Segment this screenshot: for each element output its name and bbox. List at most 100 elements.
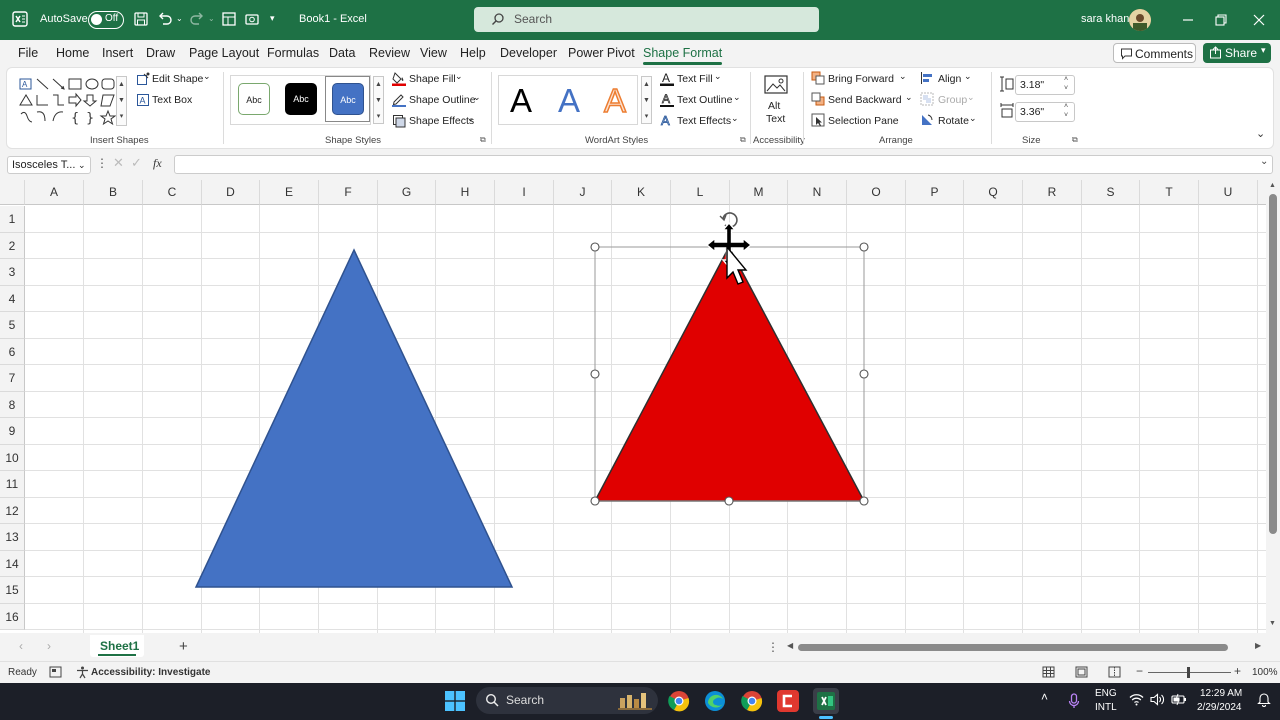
user-avatar[interactable] [1129,9,1151,31]
page-layout-view-icon[interactable] [1075,666,1088,678]
shape-fill-dropdown-icon[interactable]: ⌄ [455,71,463,82]
red-isosceles-triangle[interactable] [593,245,866,502]
page-break-view-icon[interactable] [1108,666,1121,678]
excel-taskbar-icon[interactable] [813,688,839,714]
share-dropdown-icon[interactable]: ▾ [1261,45,1266,56]
send-backward-dropdown-icon[interactable]: ⌄ [905,92,913,103]
screen-recorder-icon[interactable] [777,690,799,712]
wordart-launcher-icon[interactable]: ⧉ [740,135,746,145]
camera-icon[interactable] [244,11,260,27]
resize-handle-se[interactable] [859,496,869,506]
clock-date[interactable]: 2/29/2024 [1197,702,1242,713]
microphone-icon[interactable] [1068,693,1080,709]
worksheet-grid[interactable]: A B C D E F G H I J K L M N O P Q R S T … [0,180,1266,633]
form-icon[interactable] [221,11,237,27]
autosave-toggle[interactable]: Off [88,11,124,29]
alt-text-icon[interactable] [764,75,788,97]
tab-home[interactable]: Home [56,46,89,60]
sheet-scroll-left-icon[interactable]: ‹ [19,639,23,653]
shape-outline-button[interactable]: Shape Outline [409,94,476,106]
shape-fill-button[interactable]: Shape Fill [409,73,456,85]
macro-record-icon[interactable] [49,666,62,678]
tab-draw[interactable]: Draw [146,46,175,60]
wordart-preset-black[interactable]: A [510,82,532,120]
resize-handle-e[interactable] [859,369,869,379]
sheet-scroll-right-icon[interactable]: › [47,639,51,653]
text-fill-button[interactable]: Text Fill [677,73,713,85]
expand-formula-bar-icon[interactable]: ⌄ [1260,156,1268,167]
undo-icon[interactable] [156,10,174,28]
resize-handle-s[interactable] [724,496,734,506]
tab-split-icon[interactable]: ⋮ [767,640,779,654]
alt-text-button-line1[interactable]: Alt [768,100,780,112]
text-effects-dropdown-icon[interactable]: ⌄ [731,113,739,124]
name-box[interactable]: Isosceles T... ⌄ [7,156,91,174]
undo-dropdown-icon[interactable]: ⌄ [176,14,183,23]
volume-icon[interactable] [1150,693,1165,706]
tab-help[interactable]: Help [460,46,486,60]
cancel-formula-icon[interactable]: ✕ [113,155,124,171]
battery-icon[interactable] [1171,693,1187,706]
shape-style-preset-black[interactable]: Abc [285,83,317,115]
chrome-icon[interactable] [668,690,690,712]
resize-handle-w[interactable] [590,369,600,379]
shape-width-spinner-icon[interactable]: ˄ ˅ [1064,102,1068,120]
align-dropdown-icon[interactable]: ⌄ [964,71,972,82]
tab-data[interactable]: Data [329,46,355,60]
zoom-in-icon[interactable]: + [1234,664,1241,678]
shape-styles-scroll[interactable]: ▲ ▼ ▾ [373,76,384,124]
search-input[interactable]: Search [474,7,819,32]
shapes-gallery[interactable]: A { } [17,76,117,126]
group-dropdown-icon[interactable]: ⌄ [967,92,975,103]
blue-isosceles-triangle[interactable] [194,248,514,588]
bring-forward-button[interactable]: Bring Forward [828,73,894,85]
hscroll-left-icon[interactable]: ◀ [787,641,793,650]
text-box-button[interactable]: Text Box [152,94,192,106]
accessibility-status[interactable]: Accessibility: Investigate [91,667,211,678]
keyboard-layout[interactable]: INTL [1095,702,1117,713]
vertical-scrollbar[interactable]: ▲ ▼ [1266,180,1280,633]
shape-style-preset-blue[interactable]: Abc [332,83,364,115]
clock-time[interactable]: 12:29 AM [1200,688,1242,699]
redo-dropdown-icon[interactable]: ⌄ [208,14,215,23]
customize-qat-icon[interactable]: ▾ [270,13,275,24]
wordart-gallery-scroll[interactable]: ▲ ▼ ▾ [641,76,652,124]
save-icon[interactable] [133,11,149,27]
alt-text-button-line2[interactable]: Text [766,113,785,125]
tab-insert[interactable]: Insert [102,46,133,60]
tab-developer[interactable]: Developer [500,46,557,60]
text-outline-dropdown-icon[interactable]: ⌄ [733,92,741,103]
enter-formula-icon[interactable]: ✓ [131,155,142,171]
shape-styles-launcher-icon[interactable]: ⧉ [480,135,486,145]
horizontal-scroll-thumb[interactable] [798,644,1228,651]
tab-formulas[interactable]: Formulas [267,46,319,60]
align-button[interactable]: Align [938,73,961,85]
language-code[interactable]: ENG [1095,688,1117,699]
zoom-out-icon[interactable]: − [1136,664,1143,678]
chrome-alt-icon[interactable] [741,690,763,712]
scroll-down-icon[interactable]: ▼ [1269,620,1276,627]
send-backward-button[interactable]: Send Backward [828,94,902,106]
edge-icon[interactable] [704,690,726,712]
normal-view-icon[interactable] [1042,666,1055,678]
shape-outline-dropdown-icon[interactable]: ⌄ [473,92,481,103]
add-sheet-icon[interactable]: + [179,638,188,655]
resize-handle-sw[interactable] [590,496,600,506]
zoom-slider-thumb[interactable] [1187,667,1190,678]
vertical-scroll-thumb[interactable] [1269,194,1277,534]
shape-style-preset-white[interactable]: Abc [238,83,270,115]
resize-handle-nw[interactable] [590,242,600,252]
close-icon[interactable] [1248,9,1270,31]
text-effects-button[interactable]: Text Effects [677,115,731,127]
wifi-icon[interactable] [1129,693,1144,706]
tab-page-layout[interactable]: Page Layout [189,46,259,60]
wordart-preset-blue[interactable]: A [558,82,580,120]
group-button[interactable]: Group [938,94,967,106]
redo-icon[interactable] [188,10,206,28]
hscroll-right-icon[interactable]: ▶ [1255,641,1261,650]
comments-button[interactable]: Comments [1113,43,1196,63]
name-box-dropdown-icon[interactable]: ⌄ [78,157,86,173]
tab-power-pivot[interactable]: Power Pivot [568,46,635,60]
taskbar-search[interactable]: Search [476,687,658,714]
tab-file[interactable]: File [18,46,38,60]
